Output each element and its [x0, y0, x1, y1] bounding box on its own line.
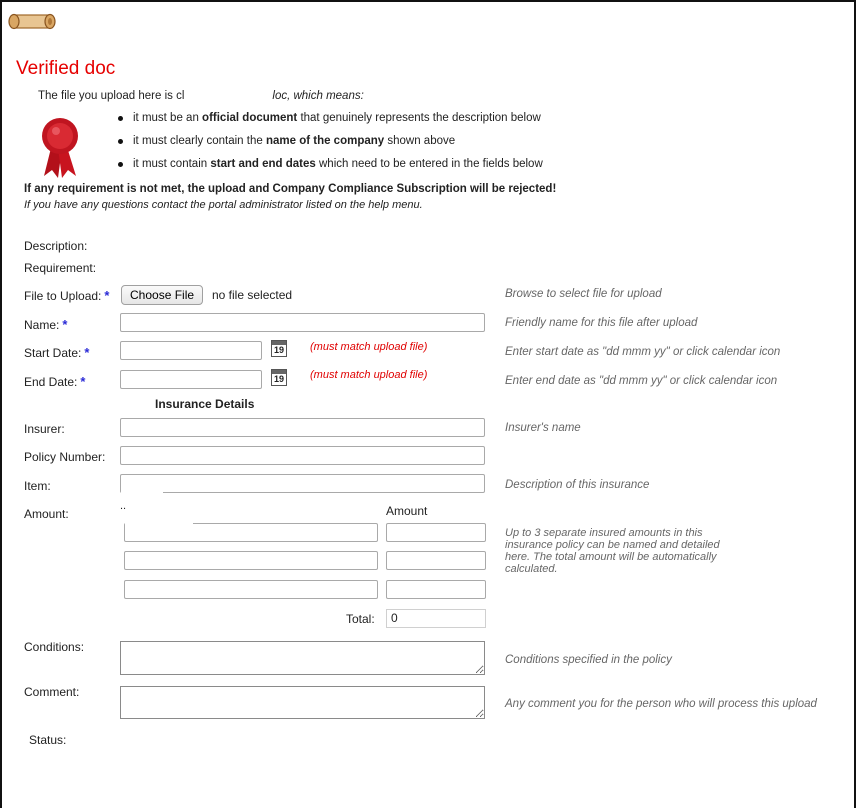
must-match-note: (must match upload file) — [310, 341, 428, 353]
insurance-details-title: Insurance Details — [155, 397, 255, 411]
required-star: * — [80, 374, 86, 389]
list-item: it must clearly contain the name of the … — [118, 130, 543, 153]
redaction-mask — [121, 486, 163, 494]
item-label: Item: — [24, 479, 51, 493]
required-star: * — [84, 345, 90, 360]
file-label: File to Upload: * — [24, 288, 110, 303]
intro-prefix: The file you upload here is cl — [38, 90, 185, 102]
required-star: * — [104, 288, 110, 303]
insurer-input[interactable] — [120, 418, 485, 437]
amount-name-input-1[interactable] — [124, 523, 378, 542]
file-hint: Browse to select file for upload — [505, 288, 662, 300]
amount-value-input-2[interactable] — [386, 551, 486, 570]
intro-suffix: loc, which means: — [272, 90, 364, 102]
description-label: Description: — [24, 239, 88, 253]
comment-hint: Any comment you for the person who will … — [505, 698, 817, 710]
name-label: Name: * — [24, 317, 68, 332]
policy-number-label: Policy Number: — [24, 450, 106, 464]
item-input[interactable] — [120, 474, 485, 493]
amount-label: Amount: — [24, 507, 69, 521]
start-date-input[interactable] — [120, 341, 262, 360]
amount-hint: Up to 3 separate insured amounts in this… — [505, 527, 720, 575]
requirements-list: it must be an official document that gen… — [118, 107, 543, 176]
calendar-icon[interactable]: 19 — [271, 340, 287, 357]
amount-column-header: Amount — [386, 504, 428, 518]
comment-label: Comment: — [24, 685, 80, 699]
conditions-hint: Conditions specified in the policy — [505, 654, 672, 666]
start-date-label: Start Date: * — [24, 345, 90, 360]
status-label: Status: — [29, 733, 67, 747]
comment-textarea[interactable] — [120, 686, 485, 719]
requirement-label: Requirement: — [24, 261, 97, 275]
required-star: * — [62, 317, 68, 332]
item-hint: Description of this insurance — [505, 479, 650, 491]
end-date-label: End Date: * — [24, 374, 86, 389]
amount-value-input-1[interactable] — [386, 523, 486, 542]
insurer-hint: Insurer's name — [505, 422, 581, 434]
conditions-textarea[interactable] — [120, 641, 485, 675]
calendar-icon[interactable]: 19 — [271, 369, 287, 386]
amount-name-input-3[interactable] — [124, 580, 378, 599]
insurer-label: Insurer: — [24, 422, 65, 436]
name-hint: Friendly name for this file after upload — [505, 317, 698, 329]
start-date-hint: Enter start date as "dd mmm yy" or click… — [505, 346, 781, 358]
choose-file-button[interactable]: Choose File — [121, 285, 204, 305]
total-value: 0 — [386, 609, 486, 628]
must-match-note: (must match upload file) — [310, 369, 428, 381]
rejection-warning: If any requirement is not met, the uploa… — [24, 183, 557, 195]
name-input[interactable] — [120, 313, 485, 332]
intro-text: The file you upload here is cl loc, which… — [38, 90, 364, 102]
conditions-label: Conditions: — [24, 640, 85, 654]
page-title: Verified doc — [16, 58, 116, 79]
list-item: it must be an official document that gen… — [118, 107, 543, 130]
no-file-text: no file selected — [212, 288, 293, 302]
end-date-hint: Enter end date as "dd mmm yy" or click c… — [505, 375, 778, 387]
amount-name-header: .. — [120, 500, 127, 512]
redaction-mask — [125, 512, 193, 525]
seal-icon — [42, 118, 78, 178]
amount-name-input-2[interactable] — [124, 551, 378, 570]
list-item: it must contain start and end dates whic… — [118, 153, 543, 176]
amount-value-input-3[interactable] — [386, 580, 486, 599]
policy-number-input[interactable] — [120, 446, 485, 465]
end-date-input[interactable] — [120, 370, 262, 389]
scroll-icon — [8, 13, 56, 30]
help-note: If you have any questions contact the po… — [24, 199, 423, 211]
total-label: Total: — [346, 612, 375, 626]
